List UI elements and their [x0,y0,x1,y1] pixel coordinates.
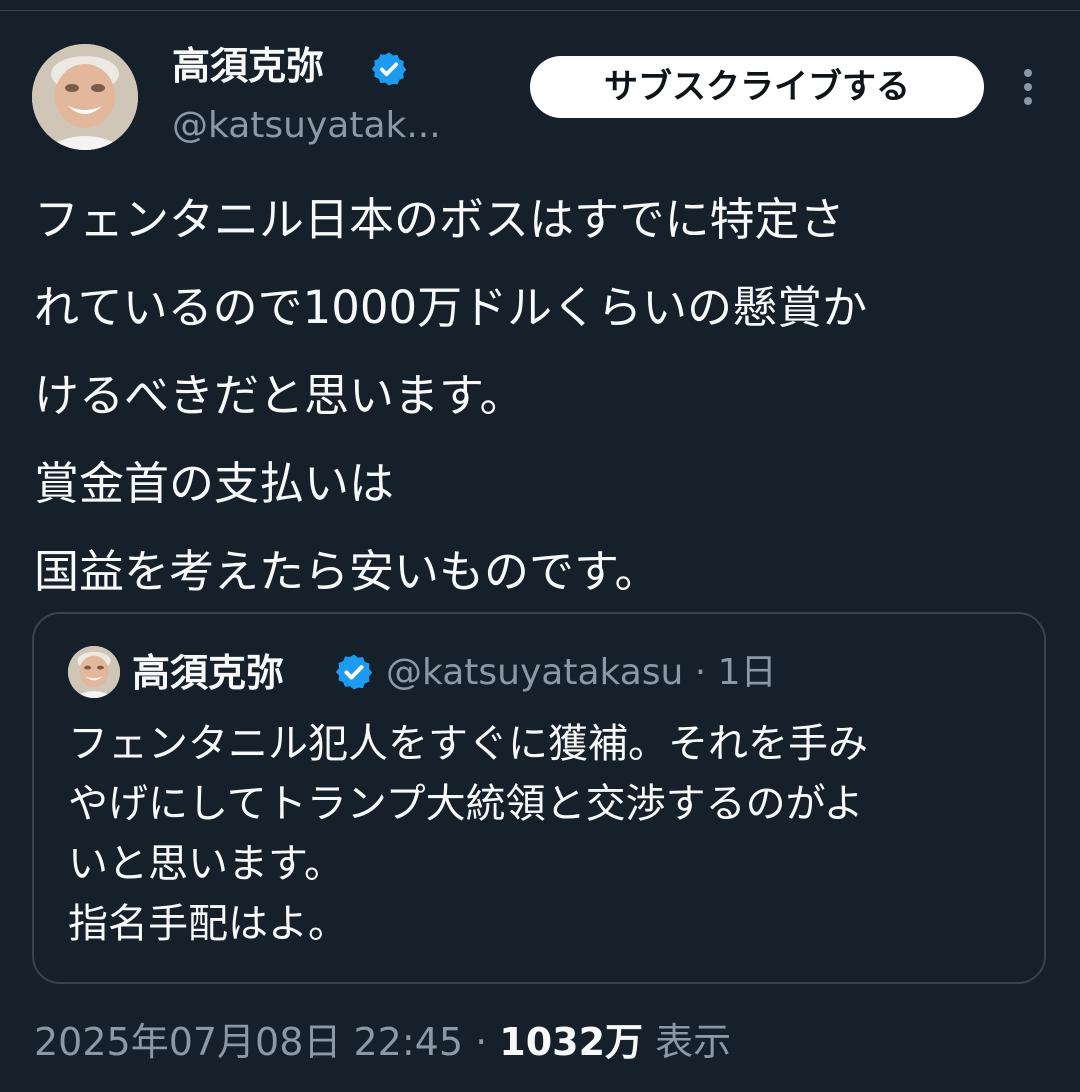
tweet-meta: 2025年07月08日 22:45 · 1032万 表示 [34,1010,731,1074]
tweet-text-line: けるべきだと思います。 [34,369,525,422]
quoted-text-line: やげにしてトランプ大統領と交渉するのがよ [68,781,864,827]
quoted-handle-and-time[interactable]: @katsuyatakasu · 1日 [386,646,777,700]
subscribe-button[interactable]: サブスクライブする [530,56,984,118]
top-divider [0,10,1080,11]
quoted-tweet-card[interactable]: 高須克弥 @katsuyatakasu · 1日 フェンタニル犯人をすぐに獲補。… [32,612,1046,984]
tweet-text-line: 国益を考えたら安いものです。 [34,545,660,598]
quoted-author-display-name[interactable]: 高須克弥 [132,646,284,700]
quoted-text-line: 指名手配はよ。 [68,901,348,947]
quoted-tweet-text: フェンタニル犯人をすぐに獲補。それを手み やげにしてトランプ大統領と交渉するのが… [68,714,1028,954]
views-count: 1032万 [499,1020,644,1064]
tweet-text-line: フェンタニル日本のボスはすでに特定さ [34,193,845,246]
avatar-image [68,646,120,698]
tweet-text-line: 賞金首の支払いは [34,457,395,510]
tweet-timestamp[interactable]: 2025年07月08日 22:45 · [34,1020,499,1064]
quoted-text-line: いと思います。 [68,841,344,887]
author-avatar[interactable] [32,44,138,150]
author-display-name[interactable]: 高須克弥 [172,38,324,94]
tweet-text-line: れているので1000万ドルくらいの懸賞か [34,281,868,334]
more-vertical-icon[interactable] [1008,64,1048,110]
verified-badge-icon [335,654,373,690]
avatar-image [32,44,138,150]
quoted-text-line: フェンタニル犯人をすぐに獲補。それを手み [68,721,868,767]
tweet-text: フェンタニル日本のボスはすでに特定さ れているので1000万ドルくらいの懸賞か … [34,176,1054,616]
views-label: 表示 [643,1020,732,1064]
verified-badge-icon [371,52,407,86]
author-handle[interactable]: @katsuyatak... [172,100,441,152]
quoted-author-avatar[interactable] [68,646,120,698]
